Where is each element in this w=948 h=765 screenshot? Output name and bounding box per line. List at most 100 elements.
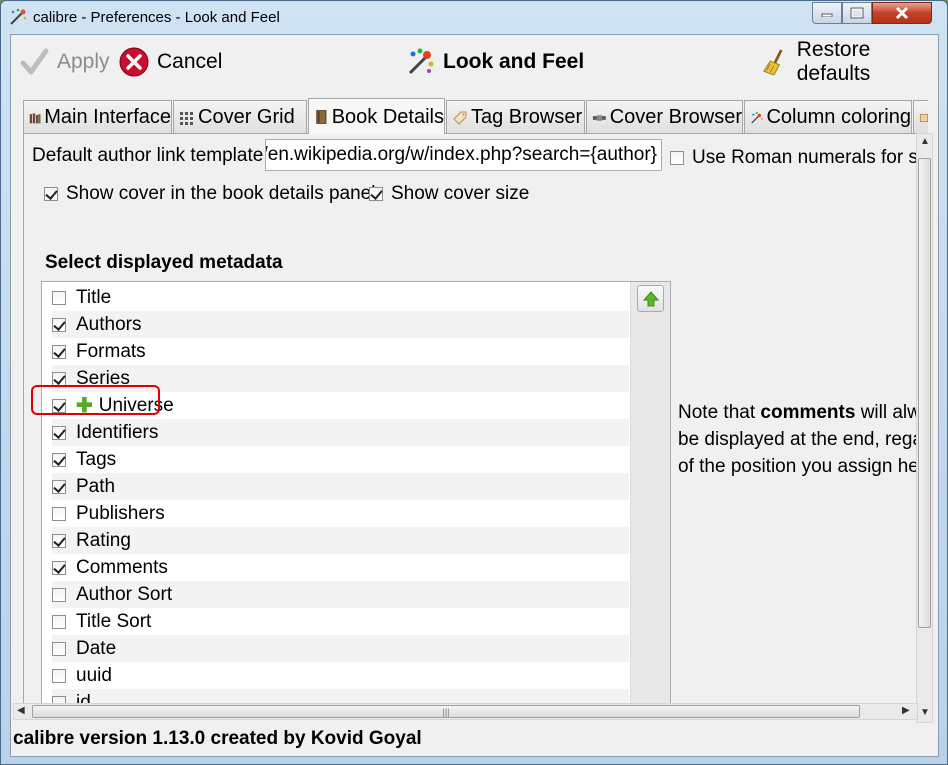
metadata-row-author-sort[interactable]: Author Sort [52, 581, 629, 608]
metadata-checkbox[interactable] [52, 506, 66, 521]
note-line2: be displayed at the end, regard [678, 429, 928, 450]
metadata-label: Universe [98, 394, 174, 416]
metadata-row-title-sort[interactable]: Title Sort [52, 608, 629, 635]
metadata-row-authors[interactable]: Authors [52, 311, 629, 338]
book-details-page: Default author link template: s://en.wik… [23, 133, 928, 705]
show-cover-checkbox[interactable]: Show cover in the book details panel [44, 183, 375, 205]
metadata-checkbox[interactable] [52, 641, 66, 656]
tab-label: Column coloring [766, 106, 911, 128]
metadata-label: Publishers [76, 502, 165, 524]
metadata-row-title[interactable]: Title [52, 284, 629, 311]
title-bar[interactable]: calibre - Preferences - Look and Feel [1, 1, 947, 35]
arrow-up-icon [642, 290, 659, 306]
metadata-label: uuid [76, 664, 112, 686]
metadata-rows: Title Authors Formats Series ✚ Universe Identi… [52, 284, 629, 704]
roman-numerals-box[interactable] [670, 151, 684, 165]
metadata-row-tags[interactable]: Tags [52, 446, 629, 473]
metadata-row-universe[interactable]: ✚ Universe [52, 392, 629, 419]
apply-label: Apply [57, 50, 110, 73]
tab-label: Cover Browser [609, 106, 742, 128]
restore-defaults-label: Restore defaults [796, 38, 871, 85]
metadata-row-series[interactable]: Series [52, 365, 629, 392]
book-icon [316, 110, 327, 124]
metadata-checkbox[interactable] [52, 587, 66, 602]
tab-tag-browser[interactable]: Tag Browser [446, 100, 585, 134]
metadata-checkbox[interactable] [52, 479, 66, 494]
calibre-app-icon [10, 8, 27, 25]
metadata-checkbox[interactable] [52, 614, 66, 629]
show-cover-label: Show cover in the book details panel [66, 183, 376, 204]
metadata-label: Title Sort [76, 610, 152, 632]
metadata-label: Rating [76, 529, 131, 551]
restore-defaults-button[interactable]: Restore defaults [761, 38, 938, 85]
grid-icon [180, 111, 193, 125]
metadata-row-identifiers[interactable]: Identifiers [52, 419, 629, 446]
note-line1-pre: Note that [678, 402, 761, 423]
metadata-checkbox[interactable] [52, 398, 66, 413]
vertical-scroll-thumb[interactable] [918, 158, 931, 628]
tab-column-coloring[interactable]: Column coloring [744, 100, 912, 134]
cover-browser-icon [592, 114, 606, 121]
roman-numerals-checkbox[interactable]: Use Roman numerals for se [670, 147, 927, 169]
broom-icon [763, 49, 783, 76]
metadata-checkbox[interactable] [52, 371, 66, 386]
page-horizontal-scrollbar[interactable]: ◀ ||| ▶ [13, 703, 918, 720]
scroll-right-arrow-icon[interactable]: ▶ [902, 705, 910, 716]
tab-cover-browser[interactable]: Cover Browser [586, 100, 743, 134]
metadata-checkbox[interactable] [52, 452, 66, 467]
tab-bar: Main Interface Cover Grid Book Details T… [23, 98, 928, 134]
tab-label: Cover Grid [198, 106, 295, 128]
metadata-checkbox[interactable] [52, 668, 66, 683]
palette-icon [751, 111, 763, 124]
show-cover-size-box[interactable] [369, 187, 383, 201]
cancel-button[interactable]: Cancel [119, 45, 222, 79]
metadata-label: Authors [76, 313, 142, 335]
show-cover-size-checkbox[interactable]: Show cover size [369, 183, 529, 205]
show-cover-size-label: Show cover size [391, 183, 530, 204]
metadata-checkbox[interactable] [52, 560, 66, 575]
scroll-up-arrow-icon[interactable]: ▲ [920, 136, 930, 147]
dialog-client-area: Apply Cancel Look and Feel Restore defau… [10, 34, 939, 757]
scroll-left-arrow-icon[interactable]: ◀ [17, 705, 25, 716]
books-icon [29, 112, 41, 123]
close-window-button[interactable] [872, 2, 932, 24]
tab-book-details[interactable]: Book Details [308, 98, 445, 134]
metadata-checkbox[interactable] [52, 425, 66, 440]
scroll-down-arrow-icon[interactable]: ▼ [920, 707, 930, 718]
toolbar: Apply Cancel Look and Feel Restore defau… [11, 35, 938, 91]
show-cover-box[interactable] [44, 187, 58, 201]
metadata-row-formats[interactable]: Formats [52, 338, 629, 365]
apply-button[interactable]: Apply [19, 45, 110, 79]
metadata-label: Tags [76, 448, 117, 470]
metadata-label: Date [76, 637, 117, 659]
preferences-window: calibre - Preferences - Look and Feel Ap… [0, 0, 948, 765]
metadata-label: Series [76, 367, 130, 389]
window-title: calibre - Preferences - Look and Feel [33, 9, 280, 26]
metadata-checkbox[interactable] [52, 533, 66, 548]
metadata-checkbox[interactable] [52, 317, 66, 332]
metadata-checkbox[interactable] [52, 290, 66, 305]
checkmark-icon [20, 48, 49, 75]
select-metadata-heading: Select displayed metadata [45, 252, 283, 273]
move-up-button[interactable] [637, 285, 664, 312]
metadata-label: Title [76, 286, 112, 308]
maximize-button[interactable] [842, 2, 872, 24]
metadata-row-comments[interactable]: Comments [52, 554, 629, 581]
tab-main-interface[interactable]: Main Interface [23, 100, 172, 134]
tab-cover-grid[interactable]: Cover Grid [173, 100, 307, 134]
metadata-row-rating[interactable]: Rating [52, 527, 629, 554]
metadata-checkbox[interactable] [52, 344, 66, 359]
metadata-row-path[interactable]: Path [52, 473, 629, 500]
horizontal-scroll-thumb[interactable]: ||| [32, 705, 860, 718]
metadata-row-uuid[interactable]: uuid [52, 662, 629, 689]
note-line1-bold: comments [760, 402, 856, 423]
tag-icon [453, 111, 467, 125]
page-vertical-scrollbar[interactable]: ▲ ▼ [916, 133, 933, 723]
author-link-template-input[interactable]: s://en.wikipedia.org/w/index.php?search=… [265, 139, 662, 171]
metadata-row-publishers[interactable]: Publishers [52, 500, 629, 527]
displayed-metadata-list[interactable]: Title Authors Formats Series ✚ Universe Identi… [41, 281, 671, 704]
metadata-label: Identifiers [76, 421, 159, 443]
tab-more[interactable] [913, 100, 928, 134]
metadata-row-date[interactable]: Date [52, 635, 629, 662]
minimize-button[interactable] [812, 2, 842, 24]
